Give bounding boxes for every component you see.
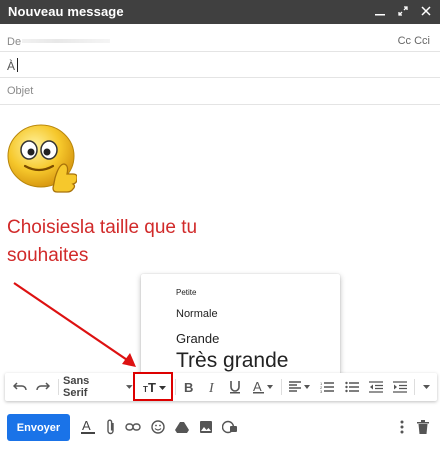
italic-icon[interactable]: I <box>204 373 222 401</box>
toolbar-separator <box>281 379 282 395</box>
from-field[interactable]: De Cc Cci <box>0 24 440 52</box>
subject-placeholder: Objet <box>7 85 34 97</box>
compose-bottom-bar: Envoyer A <box>0 410 440 446</box>
formatting-toolbar: Sans Serif TT B I A 123 <box>5 373 437 401</box>
attach-icon[interactable] <box>102 417 120 437</box>
window-title: Nouveau message <box>8 4 124 19</box>
confidential-icon[interactable] <box>221 417 239 437</box>
expand-icon[interactable] <box>397 3 409 19</box>
text-size-menu: Petite Normale Grande Très grande <box>141 274 340 377</box>
bold-icon[interactable]: B <box>180 373 198 401</box>
toolbar-separator <box>58 379 59 395</box>
send-button[interactable]: Envoyer <box>7 414 70 441</box>
svg-text:A: A <box>82 419 91 433</box>
from-label: De <box>7 36 22 48</box>
instruction-annotation: Choisiesla taille que tu souhaites <box>7 214 237 270</box>
toolbar-separator <box>175 379 176 395</box>
from-address-redacted <box>22 39 110 43</box>
format-icon[interactable]: A <box>79 417 97 437</box>
thumbs-up-smiley-image <box>7 124 77 193</box>
bulleted-list-icon[interactable] <box>343 373 361 401</box>
trash-icon[interactable] <box>414 417 432 437</box>
emoji-icon[interactable] <box>149 417 167 437</box>
size-option-huge[interactable]: Très grande <box>176 349 288 373</box>
to-label: À <box>7 59 16 73</box>
svg-text:I: I <box>208 381 215 393</box>
redo-icon[interactable] <box>34 373 52 401</box>
close-icon[interactable] <box>420 3 432 19</box>
text-caret <box>17 58 18 72</box>
window-titlebar: Nouveau message <box>0 0 440 24</box>
to-field[interactable]: À <box>0 52 440 78</box>
underline-icon[interactable] <box>226 373 244 401</box>
window-controls <box>374 3 432 19</box>
align-icon[interactable] <box>286 373 314 401</box>
photo-icon[interactable] <box>197 417 215 437</box>
text-color-icon[interactable]: A <box>250 373 276 401</box>
minimize-icon[interactable] <box>374 3 386 19</box>
more-vert-icon[interactable] <box>393 417 411 437</box>
link-icon[interactable] <box>124 417 142 437</box>
indent-less-icon[interactable] <box>367 373 385 401</box>
svg-text:3: 3 <box>320 389 323 393</box>
svg-text:B: B <box>184 381 193 393</box>
size-option-normal[interactable]: Normale <box>176 308 218 320</box>
numbered-list-icon[interactable]: 123 <box>318 373 336 401</box>
font-family-select[interactable]: Sans Serif <box>63 373 133 401</box>
annotation-line-2: souhaites <box>7 245 89 266</box>
toolbar-separator <box>414 379 415 395</box>
cc-bcc-link[interactable]: Cc Cci <box>398 35 430 47</box>
indent-more-icon[interactable] <box>391 373 409 401</box>
drive-icon[interactable] <box>173 417 191 437</box>
size-option-large[interactable]: Grande <box>176 331 219 346</box>
size-option-small[interactable]: Petite <box>176 288 196 297</box>
text-size-highlight-box <box>133 372 173 401</box>
more-options-icon[interactable] <box>419 373 433 401</box>
subject-field[interactable]: Objet <box>0 78 440 105</box>
undo-icon[interactable] <box>11 373 29 401</box>
font-family-value: Sans Serif <box>63 375 90 399</box>
svg-text:A: A <box>253 380 262 394</box>
annotation-line-1: Choisiesla taille que tu <box>7 217 198 238</box>
